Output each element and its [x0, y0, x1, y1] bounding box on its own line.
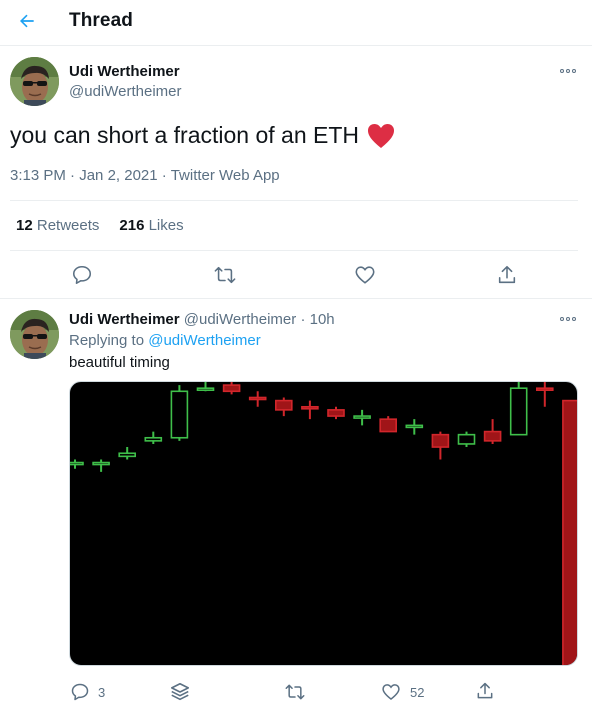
candle-body — [196, 387, 215, 391]
candle — [483, 419, 502, 444]
candle — [457, 431, 476, 448]
candle-body — [353, 415, 371, 419]
retweets-stat[interactable]: 12 Retweets — [16, 217, 99, 234]
reply-button[interactable] — [71, 264, 93, 286]
retweet-button[interactable] — [285, 682, 305, 702]
candle-body — [248, 396, 267, 401]
candle-body — [509, 387, 528, 436]
candlestick-chart-image[interactable] — [69, 381, 578, 666]
candle — [327, 406, 345, 420]
reply-header: Udi Wertheimer @udiWertheimer · 10h — [69, 311, 335, 328]
candle — [170, 385, 189, 441]
share-icon — [498, 265, 516, 284]
page-title: Thread — [69, 10, 133, 31]
retweet-icon — [285, 684, 305, 700]
candle — [248, 391, 267, 407]
candle-body — [170, 390, 189, 439]
tweet-time-link[interactable]: 3:13 PM · Jan 2, 2021 — [10, 167, 158, 184]
reply-author-name[interactable]: Udi Wertheimer — [69, 311, 180, 328]
candle-body — [483, 430, 502, 442]
replying-to-link[interactable]: @udiWertheimer — [148, 332, 261, 349]
candle — [301, 400, 319, 420]
tweet-stats: 12 Retweets 216 Likes — [16, 217, 184, 234]
like-button[interactable] — [354, 264, 376, 286]
share-icon — [477, 682, 493, 699]
tweet-meta: 3:13 PM · Jan 2, 2021 · Twitter Web App — [10, 167, 280, 184]
candle — [562, 399, 577, 665]
more-options-button[interactable] — [558, 64, 578, 78]
thread-button[interactable] — [169, 681, 191, 703]
candle-body — [562, 399, 577, 665]
candle — [353, 409, 371, 426]
candle — [222, 382, 241, 395]
reply-time[interactable]: 10h — [310, 311, 335, 328]
tweet-source-link[interactable]: Twitter Web App — [171, 167, 280, 184]
candle-body — [301, 405, 319, 410]
reply-author-handle[interactable]: @udiWertheimer — [184, 311, 297, 328]
section-separator — [0, 298, 592, 299]
candle — [431, 431, 450, 460]
candle-body — [405, 424, 424, 429]
like-count: 52 — [410, 684, 425, 700]
divider — [10, 200, 578, 201]
reply-icon — [71, 683, 89, 701]
reply-icon — [72, 265, 92, 285]
candle — [509, 382, 528, 436]
more-dot-icon — [560, 317, 564, 321]
candlestick-chart — [70, 382, 577, 665]
candle — [535, 382, 554, 407]
candle-body — [275, 399, 293, 411]
more-options-button[interactable] — [558, 312, 578, 326]
candle-body — [327, 409, 345, 417]
author-handle[interactable]: @udiWertheimer — [69, 83, 182, 100]
share-button[interactable] — [496, 264, 518, 286]
back-arrow-icon — [20, 14, 34, 28]
candle-body — [379, 418, 398, 433]
more-dot-icon — [560, 69, 564, 73]
candle-body — [70, 461, 84, 466]
candle — [70, 459, 84, 469]
candle — [275, 397, 293, 417]
reply-count: 3 — [98, 684, 106, 700]
reply-button[interactable]: 3 — [70, 682, 105, 702]
candle-body — [535, 387, 554, 391]
tweet-body: you can short a fraction of an ETH — [10, 122, 360, 148]
retweet-button[interactable] — [214, 264, 236, 286]
page-header: Thread — [0, 0, 592, 46]
tweet-text: you can short a fraction of an ETH — [10, 122, 395, 149]
candle — [118, 447, 137, 460]
candle — [405, 419, 424, 435]
back-button[interactable] — [14, 8, 40, 34]
avatar[interactable] — [10, 57, 59, 106]
candle-body — [92, 461, 110, 466]
candle-body — [144, 436, 163, 442]
share-button[interactable] — [475, 681, 495, 701]
divider — [10, 250, 578, 251]
candle-body — [222, 384, 241, 393]
candle-body — [118, 452, 137, 458]
author-name[interactable]: Udi Wertheimer — [69, 63, 180, 80]
candle — [196, 382, 215, 392]
candle — [92, 459, 110, 472]
retweet-icon — [214, 266, 236, 284]
reply-text: beautiful timing — [69, 354, 170, 371]
candle — [144, 431, 163, 444]
candle-body — [457, 433, 476, 445]
avatar[interactable] — [10, 310, 59, 359]
likes-stat[interactable]: 216 Likes — [119, 217, 183, 234]
heart-outline-icon — [355, 266, 375, 284]
red-heart-icon — [368, 123, 395, 148]
heart-outline-icon — [382, 684, 400, 701]
replying-to: Replying to @udiWertheimer — [69, 332, 261, 349]
like-button[interactable]: 52 — [381, 682, 424, 702]
candle-body — [431, 433, 450, 448]
candle — [379, 416, 398, 433]
layers-icon — [170, 682, 190, 701]
